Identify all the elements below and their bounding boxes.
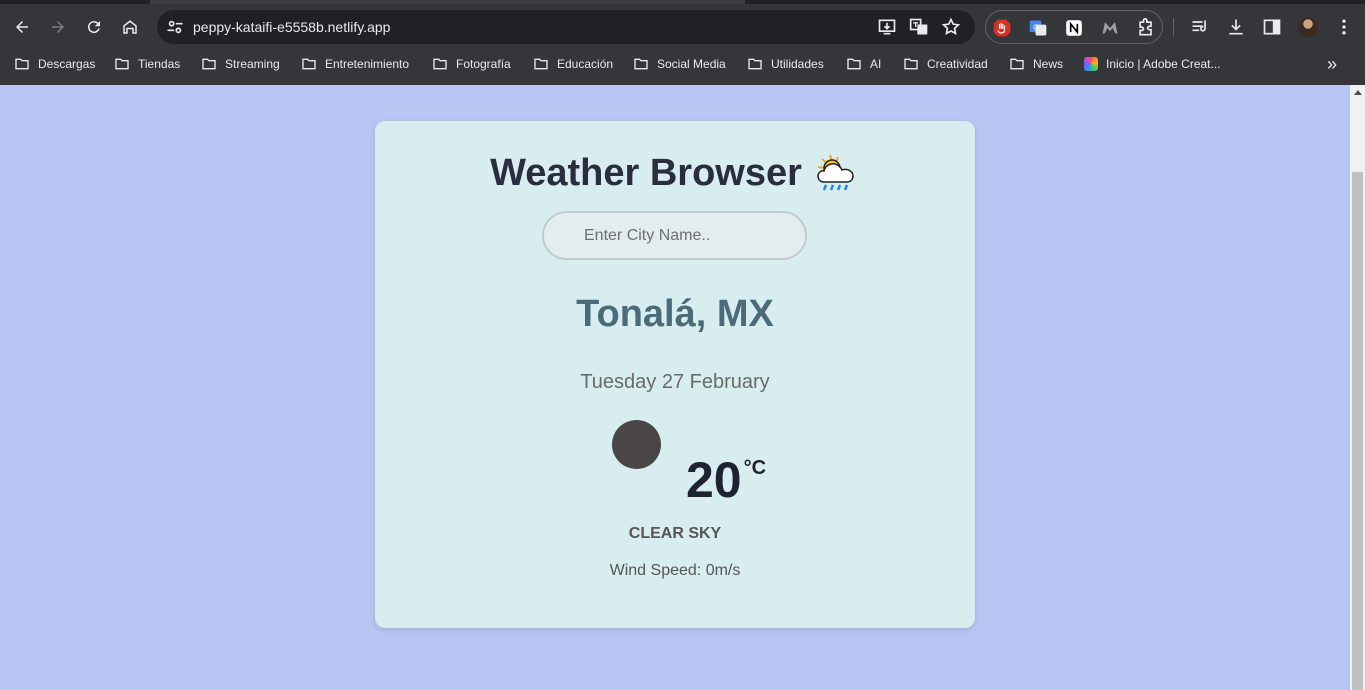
notion-extension-icon[interactable] [1064, 18, 1084, 38]
forward-button[interactable] [43, 8, 73, 46]
install-app-icon[interactable] [877, 17, 897, 37]
bookmark-label: AI [870, 57, 882, 71]
folder-icon [748, 58, 762, 70]
wind-speed-label: Wind Speed: [609, 562, 706, 579]
extensions-puzzle-icon[interactable] [1136, 18, 1156, 38]
toolbar-separator [1173, 18, 1174, 36]
folder-icon [847, 58, 861, 70]
more-menu-icon[interactable] [1334, 17, 1354, 37]
bookmark-label: Utilidades [771, 57, 824, 71]
app-title: Weather Browser [375, 151, 975, 195]
bookmark-label: Inicio | Adobe Creat... [1106, 57, 1221, 71]
bookmark-folder-fotografia[interactable]: Fotografía [432, 50, 511, 78]
side-panel-icon[interactable] [1262, 17, 1282, 37]
bookmark-star-icon[interactable] [941, 17, 961, 37]
bookmark-folder-educacion[interactable]: Educación [533, 50, 613, 78]
bookmark-label: Creatividad [927, 57, 988, 71]
scroll-up-arrow-icon[interactable] [1354, 90, 1362, 95]
bookmark-adobe-creative-cloud[interactable]: Inicio | Adobe Creat... [1084, 50, 1221, 78]
page-scrollbar[interactable] [1350, 85, 1365, 690]
bookmark-label: News [1033, 57, 1064, 71]
temperature: 20 °C [686, 451, 766, 509]
bookmark-folder-social-media[interactable]: Social Media [633, 50, 726, 78]
bookmark-folder-descargas[interactable]: Descargas [14, 50, 95, 78]
back-button[interactable] [7, 8, 37, 46]
browser-toolbar: peppy-kataifi-e5558b.netlify.app G [0, 8, 1365, 46]
bookmark-label: Descargas [38, 57, 96, 71]
arrow-right-icon [52, 21, 64, 33]
folder-icon [534, 58, 548, 70]
wind-speed-value: 0m/s [705, 562, 741, 579]
scrollbar-thumb[interactable] [1352, 172, 1363, 690]
bookmarks-bar: Descargas Tiendas Streaming Entretenimie… [0, 50, 1365, 78]
bookmark-folder-creatividad[interactable]: Creatividad [903, 50, 988, 78]
bookmark-folder-entretenimiento[interactable]: Entretenimiento [301, 50, 409, 78]
reload-icon [87, 21, 100, 34]
profile-avatar[interactable] [1298, 17, 1318, 37]
city-name: Tonalá, MX [576, 293, 774, 335]
temperature-value: 20 [686, 452, 742, 508]
malwarebytes-extension-icon[interactable] [1100, 18, 1120, 38]
app-title-text: Weather Browser [490, 151, 802, 194]
folder-icon [15, 58, 29, 70]
site-settings-icon[interactable] [165, 17, 185, 37]
adblock-extension-icon[interactable] [992, 18, 1012, 38]
google-translate-extension-icon[interactable]: G [1028, 18, 1048, 38]
bookmark-folder-ai[interactable]: AI [846, 50, 881, 78]
bookmark-label: Social Media [657, 57, 726, 71]
wind-speed: Wind Speed: 0m/s [375, 562, 975, 580]
weather-description: clear sky [628, 525, 722, 542]
bookmark-folder-news[interactable]: News [1009, 50, 1063, 78]
folder-icon [433, 58, 447, 70]
folder-icon [634, 58, 648, 70]
bookmark-folder-utilidades[interactable]: Utilidades [747, 50, 824, 78]
folder-icon [202, 58, 216, 70]
adobe-creative-cloud-icon [1084, 57, 1098, 71]
tab-strip [0, 0, 1365, 4]
folder-icon [1010, 58, 1024, 70]
active-tab[interactable] [150, 0, 745, 4]
url-text[interactable]: peppy-kataifi-e5558b.netlify.app [193, 19, 390, 35]
folder-icon [115, 58, 129, 70]
download-icon[interactable] [1226, 17, 1246, 37]
weather-condition-icon [612, 420, 661, 469]
sun-behind-rain-cloud-icon [817, 154, 854, 191]
bookmark-folder-tiendas[interactable]: Tiendas [114, 50, 180, 78]
city-search-input[interactable] [542, 211, 807, 260]
folder-icon [904, 58, 918, 70]
bookmarks-overflow-button[interactable]: » [1322, 55, 1342, 73]
svg-text:G: G [1033, 23, 1039, 32]
home-icon [123, 20, 137, 34]
bookmark-label: Fotografía [456, 57, 511, 71]
bookmark-label: Entretenimiento [325, 57, 410, 71]
extensions-group: G [985, 10, 1163, 44]
browser-chrome: peppy-kataifi-e5558b.netlify.app G Desca… [0, 0, 1365, 85]
bookmark-folder-streaming[interactable]: Streaming [201, 50, 280, 78]
bookmark-label: Educación [557, 57, 614, 71]
home-button[interactable] [115, 8, 145, 46]
arrow-left-icon [16, 21, 28, 33]
current-date: Tuesday 27 February [580, 371, 770, 393]
reload-button[interactable] [79, 8, 109, 46]
bookmark-label: Tiendas [138, 57, 181, 71]
translate-icon[interactable] [909, 17, 929, 37]
weather-card: Weather Browser Tonalá, MX Tuesday 27 Fe… [375, 121, 975, 628]
address-bar[interactable]: peppy-kataifi-e5558b.netlify.app [157, 10, 975, 44]
media-control-icon[interactable] [1190, 17, 1210, 37]
temperature-unit: °C [743, 457, 767, 479]
folder-icon [302, 58, 316, 70]
bookmark-label: Streaming [225, 57, 280, 71]
